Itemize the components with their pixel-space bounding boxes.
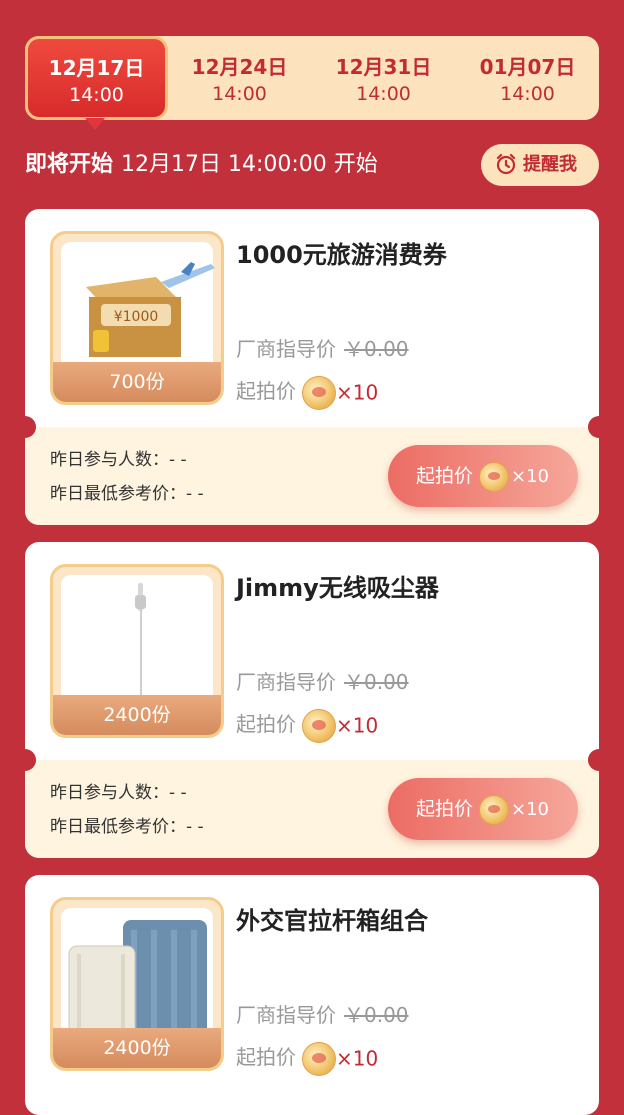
active-tab-pointer	[85, 118, 105, 130]
auction-card[interactable]: 2400份 外交官拉杆箱组合 厂商指导价 ￥0.00 起拍价 ×10	[25, 875, 599, 1115]
bid-label: 起拍价	[416, 798, 474, 820]
start-price: 起拍价 ×10	[236, 708, 378, 743]
tab-time: 14:00	[69, 84, 124, 106]
tab-date: 12月17日	[48, 56, 145, 80]
guide-label: 厂商指导价	[236, 1003, 336, 1027]
item-quantity: 2400份	[53, 1028, 221, 1068]
voucher-amount: ¥1000	[114, 309, 159, 325]
card-footer: 昨日参与人数：- - 昨日最低参考价：- - 起拍价 ×10	[25, 760, 599, 858]
item-quantity: 700份	[53, 362, 221, 402]
guide-label: 厂商指导价	[236, 337, 336, 361]
auction-status: 即将开始 12月17日 14:00:00 开始	[25, 146, 378, 178]
start-multiplier: ×10	[336, 1046, 379, 1071]
item-image: ¥1000 700份	[50, 231, 224, 405]
tab-12-24[interactable]: 12月24日 14:00	[168, 36, 311, 120]
voucher-box-image: ¥1000	[86, 262, 215, 357]
tab-time: 14:00	[500, 83, 555, 105]
bid-button[interactable]: 起拍价 ×10	[388, 778, 578, 840]
tab-date: 12月24日	[191, 55, 288, 79]
coin-icon	[302, 1041, 336, 1076]
item-quantity: 2400份	[53, 695, 221, 735]
auction-card[interactable]: ¥1000 700份 1000元旅游消费券 厂商指导价 ￥0.00 起拍价 ×10 …	[25, 209, 599, 525]
guide-price-value: ￥0.00	[344, 337, 409, 361]
card-footer: 昨日参与人数：- - 昨日最低参考价：- - 起拍价 ×10	[25, 427, 599, 525]
alarm-clock-icon	[496, 153, 516, 175]
guide-price: 厂商指导价 ￥0.00	[236, 666, 409, 695]
tab-time: 14:00	[212, 83, 267, 105]
start-label: 起拍价	[236, 712, 296, 736]
coin-icon	[479, 461, 510, 492]
luggage-image	[68, 920, 207, 1039]
coin-icon	[302, 375, 336, 410]
yesterday-participants: 昨日参与人数：- -	[50, 450, 187, 470]
start-label: 起拍价	[236, 1045, 296, 1069]
item-title: 外交官拉杆箱组合	[236, 907, 428, 935]
coin-icon	[479, 794, 510, 825]
yesterday-participants: 昨日参与人数：- -	[50, 783, 187, 803]
guide-price-value: ￥0.00	[344, 1003, 409, 1027]
tab-12-31[interactable]: 12月31日 14:00	[312, 36, 455, 120]
item-title: 1000元旅游消费券	[236, 241, 447, 269]
guide-price: 厂商指导价 ￥0.00	[236, 999, 409, 1028]
start-price: 起拍价 ×10	[236, 375, 378, 410]
remind-button[interactable]: 提醒我	[481, 144, 599, 186]
item-image: 2400份	[50, 564, 224, 738]
tab-01-07[interactable]: 01月07日 14:00	[456, 36, 599, 120]
bid-label: 起拍价	[416, 465, 474, 487]
auction-card[interactable]: 2400份 Jimmy无线吸尘器 厂商指导价 ￥0.00 起拍价 ×10 昨日参与人…	[25, 542, 599, 858]
date-tabs: 12月17日 14:00 12月24日 14:00 12月31日 14:00 0…	[25, 36, 599, 120]
item-title: Jimmy无线吸尘器	[236, 574, 439, 602]
remind-label: 提醒我	[523, 154, 577, 175]
bid-button[interactable]: 起拍价 ×10	[388, 445, 578, 507]
guide-price: 厂商指导价 ￥0.00	[236, 333, 409, 362]
start-label: 起拍价	[236, 379, 296, 403]
tab-time: 14:00	[356, 83, 411, 105]
bid-multiplier: ×10	[511, 799, 550, 820]
coin-icon	[302, 708, 336, 743]
start-multiplier: ×10	[336, 713, 379, 738]
item-image: 2400份	[50, 897, 224, 1071]
tab-date: 12月31日	[335, 55, 432, 79]
vacuum-image	[135, 583, 146, 697]
guide-price-value: ￥0.00	[344, 670, 409, 694]
status-time: 12月17日 14:00:00 开始	[121, 152, 378, 177]
start-price: 起拍价 ×10	[236, 1041, 378, 1076]
tab-date: 01月07日	[479, 55, 576, 79]
guide-label: 厂商指导价	[236, 670, 336, 694]
yesterday-lowest-price: 昨日最低参考价：- -	[50, 817, 204, 837]
bid-multiplier: ×10	[511, 466, 550, 487]
yesterday-lowest-price: 昨日最低参考价：- -	[50, 484, 204, 504]
status-label: 即将开始	[25, 152, 114, 177]
start-multiplier: ×10	[336, 380, 379, 405]
tab-12-17[interactable]: 12月17日 14:00	[25, 36, 168, 120]
